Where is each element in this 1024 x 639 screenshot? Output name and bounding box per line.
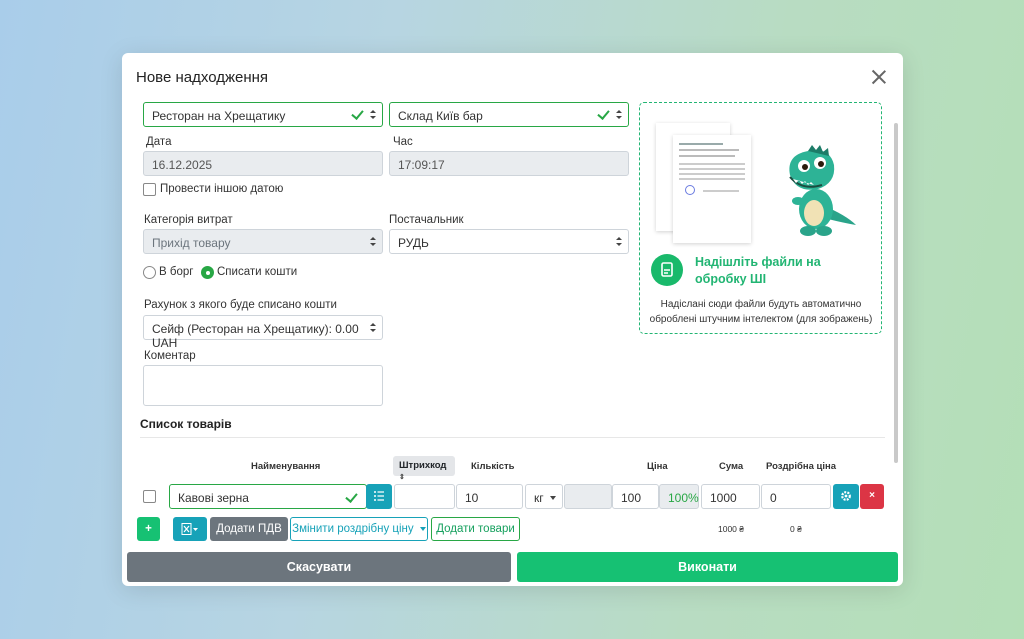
list-icon [374, 491, 384, 501]
radio-debt[interactable] [143, 266, 156, 279]
change-retail-price-button[interactable]: Змінити роздрібну ціну [290, 517, 428, 541]
check-icon [346, 491, 358, 503]
supplier-select[interactable]: РУДЬ [389, 229, 629, 254]
supplier-value: РУДЬ [398, 236, 429, 250]
price-input[interactable]: 100 [612, 484, 659, 509]
unit-select[interactable]: кг [525, 484, 563, 509]
time-label: Час [393, 136, 413, 148]
expense-category-label: Категорія витрат [144, 214, 233, 226]
sort-arrows-icon: ⇕ [399, 474, 405, 481]
gear-icon [841, 491, 851, 501]
dropzone-subtitle: Надіслані сюди файли будуть автоматично … [649, 299, 873, 325]
excel-icon [181, 523, 198, 535]
account-label: Рахунок з якого буде списано кошти [144, 299, 337, 311]
add-row-button[interactable]: + [137, 517, 160, 541]
excel-import-button[interactable] [173, 517, 207, 541]
scrollbar[interactable] [894, 123, 898, 463]
select-arrows-icon [370, 110, 376, 120]
restaurant-select[interactable]: Ресторан на Хрещатику [143, 102, 383, 127]
other-date-checkbox[interactable] [143, 183, 156, 196]
caret-down-icon [550, 496, 556, 500]
disabled-field [564, 484, 612, 509]
item-name-input[interactable]: Кавові зерна [169, 484, 367, 509]
dropzone-title: Надішліть файли на обробку ШІ [695, 255, 821, 286]
divider [140, 437, 885, 438]
warehouse-select[interactable]: Склад Київ бар [389, 102, 629, 127]
check-icon [352, 108, 364, 120]
unit-value: кг [534, 491, 544, 505]
new-receipt-modal: Нове надходження Ресторан на Хрещатику С… [122, 53, 903, 586]
item-name-value: Кавові зерна [178, 491, 249, 505]
select-arrows-icon [616, 237, 622, 247]
qty-input[interactable]: 10 [456, 484, 523, 509]
ai-upload-dropzone[interactable]: Надішліть файли на обробку ШІ Надіслані … [639, 102, 882, 334]
cancel-button[interactable]: Скасувати [127, 552, 511, 582]
col-barcode-sort[interactable]: Штрихкод ⇕ [393, 456, 455, 481]
date-field[interactable]: 16.12.2025 [143, 151, 383, 176]
sum-input[interactable]: 1000 [701, 484, 760, 509]
item-list-button[interactable] [366, 484, 392, 509]
modal-title: Нове надходження [136, 69, 269, 86]
check-icon [598, 108, 610, 120]
comment-textarea[interactable] [143, 365, 383, 406]
col-price: Ціна [647, 461, 668, 472]
add-vat-button[interactable]: Додати ПДВ [210, 517, 288, 541]
total-sum: 1000 ₴ [718, 524, 744, 534]
dinosaur-mascot-icon [789, 145, 856, 236]
col-barcode: Штрихкод [399, 460, 447, 471]
supplier-label: Постачальник [389, 214, 464, 226]
add-goods-button[interactable]: Додати товари [431, 517, 520, 541]
row-checkbox[interactable] [143, 490, 156, 503]
restaurant-select-value: Ресторан на Хрещатику [152, 109, 286, 123]
price-percent: 100% [659, 484, 699, 509]
delete-row-button[interactable]: × [860, 484, 884, 509]
radio-write-off-label: Списати кошти [217, 266, 298, 278]
account-select[interactable]: Сейф (Ресторан на Хрещатику): 0.00 UAH [143, 315, 383, 350]
expense-category-select[interactable]: Прихід товару [143, 229, 383, 254]
select-arrows-icon [370, 323, 376, 333]
submit-button[interactable]: Виконати [517, 552, 898, 582]
warehouse-select-value: Склад Київ бар [398, 109, 483, 123]
items-section-title: Список товарів [140, 417, 232, 431]
change-retail-price-label: Змінити роздрібну ціну [292, 523, 414, 535]
other-date-label: Провести іншою датою [160, 183, 284, 195]
select-arrows-icon [616, 110, 622, 120]
account-value: Сейф (Ресторан на Хрещатику): 0.00 UAH [152, 322, 359, 350]
col-sum: Сума [719, 461, 744, 472]
expense-category-value: Прихід товару [152, 236, 231, 250]
select-arrows-icon [370, 237, 376, 247]
upload-file-icon[interactable] [651, 254, 683, 286]
retail-input[interactable]: 0 [761, 484, 831, 509]
col-qty: Кількість [471, 461, 515, 472]
time-field[interactable]: 17:09:17 [389, 151, 629, 176]
col-retail: Роздрібна ціна [766, 461, 837, 472]
barcode-input[interactable] [394, 484, 455, 509]
close-icon[interactable] [871, 69, 887, 85]
comment-label: Коментар [144, 350, 196, 362]
document-preview-front [673, 135, 751, 243]
date-label: Дата [146, 136, 172, 148]
caret-down-icon [419, 526, 426, 531]
col-name: Найменування [251, 461, 321, 472]
close-icon: × [869, 490, 875, 501]
radio-write-off[interactable] [201, 266, 214, 279]
settings-button[interactable] [833, 484, 859, 509]
radio-debt-label: В борг [159, 266, 194, 278]
total-retail: 0 ₴ [790, 524, 802, 534]
